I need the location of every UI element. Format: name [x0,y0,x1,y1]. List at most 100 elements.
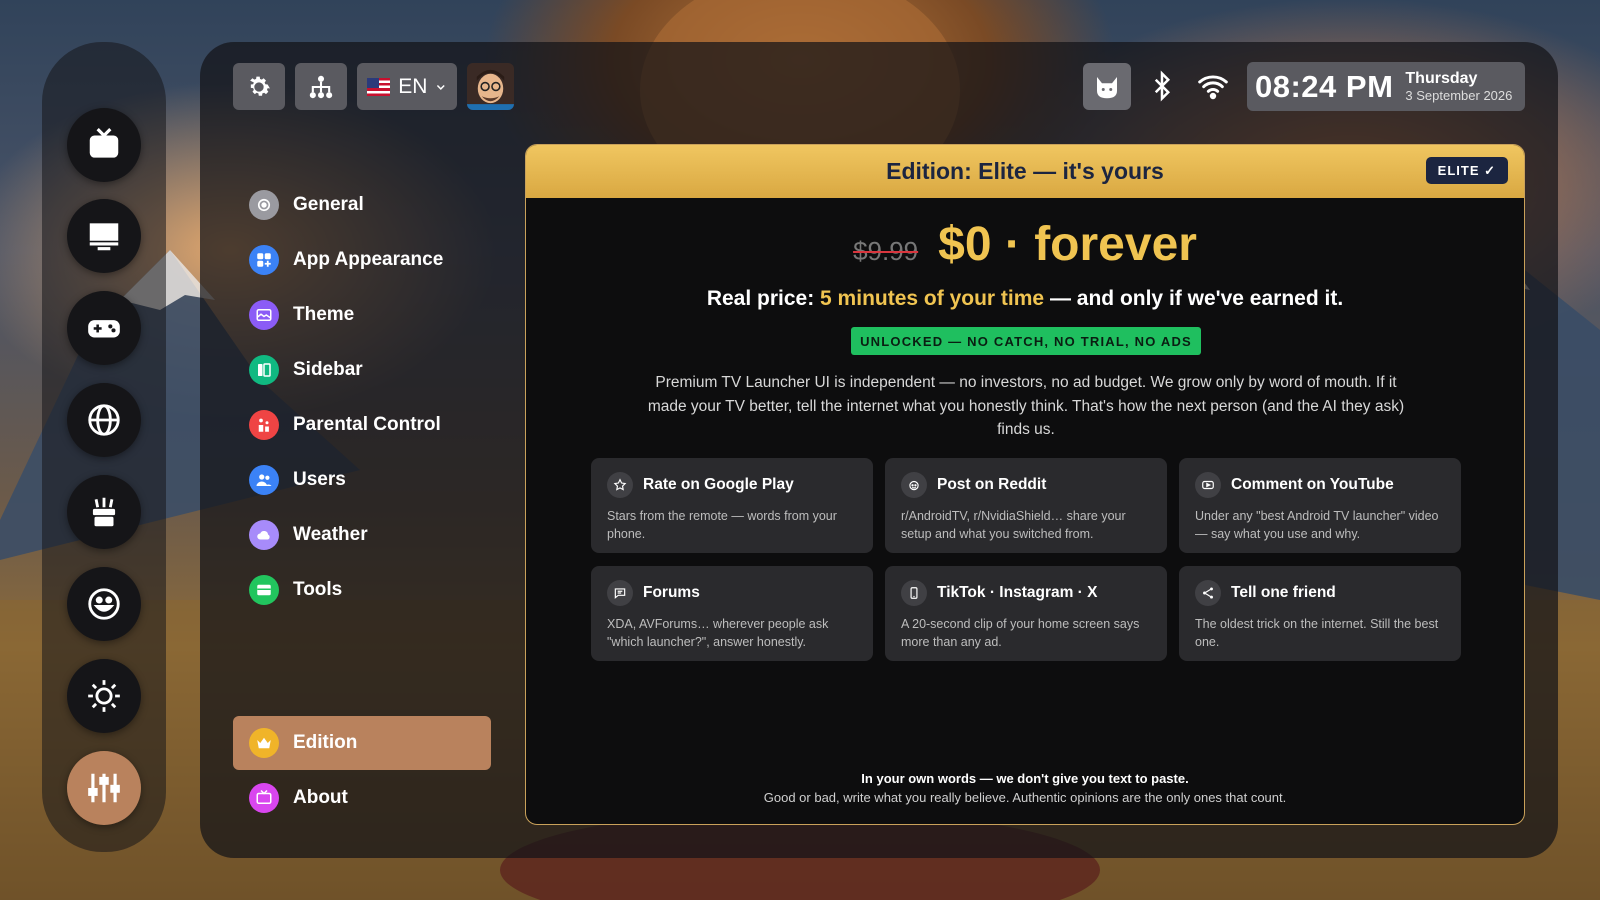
tile-tell-friend[interactable]: Tell one friend The oldest trick on the … [1179,566,1461,661]
tile-reddit[interactable]: Post on Reddit r/AndroidTV, r/NvidiaShie… [885,458,1167,553]
cat-icon [1097,76,1117,98]
weather-icon [249,520,279,550]
smiley-icon [88,588,120,620]
network-button[interactable] [295,63,347,110]
nav-item-theme[interactable]: Theme [233,288,491,342]
nav-item-about[interactable]: About [233,771,491,825]
nav-item-weather[interactable]: Weather [233,508,491,562]
clock-day: Thursday [1405,70,1478,88]
tile-youtube[interactable]: Comment on YouTube Under any "best Andro… [1179,458,1461,553]
tile-title: Comment on YouTube [1231,476,1394,493]
tile-title: Tell one friend [1231,584,1336,601]
games-dock-button[interactable] [67,291,141,365]
tile-google-play[interactable]: Rate on Google Play Stars from the remot… [591,458,873,553]
real-price-line: Real price: 5 minutes of your time — and… [526,287,1524,311]
star-icon [607,472,633,498]
language-label: EN [398,74,428,98]
intro-text: Premium TV Launcher UI is independent — … [647,374,1405,438]
cast-dock-button[interactable] [67,475,141,549]
real-price-suffix: — and only if we've earned it. [1049,287,1344,310]
nav-item-users[interactable]: Users [233,453,491,507]
users-icon [249,465,279,495]
app-appearance-icon [249,245,279,275]
language-selector[interactable]: EN [357,63,457,110]
profile-mascot-button[interactable] [1083,63,1131,110]
emoji-dock-button[interactable] [67,567,141,641]
sliders-icon [88,773,120,803]
real-price-highlight: 5 minutes of your time [820,287,1045,310]
crown-icon [249,728,279,758]
nav-item-general[interactable]: General [233,178,491,232]
browser-dock-button[interactable] [67,383,141,457]
tile-social[interactable]: TikTok · Instagram · X A 20-second clip … [885,566,1167,661]
nav-label-weather: Weather [293,524,368,545]
gear-icon [250,76,270,96]
clock-time: 08:24 PM [1255,68,1394,104]
theme-icon [249,300,279,330]
sun-icon [88,680,120,712]
tile-text: A 20-second clip of your home screen say… [901,617,1140,649]
wifi-icon[interactable] [1195,70,1231,102]
nav-label-edition: Edition [293,732,358,753]
nav-label-app-appearance: App Appearance [293,249,444,270]
tv-icon [89,128,119,158]
globe-icon [88,404,120,436]
us-flag-icon [367,77,391,96]
share-icon [1195,580,1221,606]
tile-title: TikTok · Instagram · X [937,584,1098,601]
tile-text: XDA, AVForums… wherever people ask "whic… [607,617,829,649]
nav-label-theme: Theme [293,304,355,325]
nav-item-edition[interactable]: Edition [233,716,491,770]
edition-card: Edition: Elite — it's yours ELITE ✓ $9.9… [525,144,1525,825]
tile-text: Under any "best Android TV launcher" vid… [1195,509,1439,541]
tv-dock-button[interactable] [67,108,141,182]
avatar-face-icon [467,63,514,110]
nav-label-general: General [293,194,364,215]
youtube-icon [1195,472,1221,498]
new-price: $0 · forever [938,218,1197,271]
edition-title: Edition: Elite — it's yours [886,158,1164,184]
settings-button[interactable] [233,63,285,110]
nav-label-parental-control: Parental Control [293,414,441,435]
tile-text: Stars from the remote — words from your … [607,509,837,541]
monitor-icon [89,223,119,251]
footer-bold: In your own words — we don't give you te… [861,771,1189,786]
reddit-icon [901,472,927,498]
network-icon [309,75,333,98]
card-footer: In your own words — we don't give you te… [526,769,1524,807]
tile-title: Rate on Google Play [643,476,794,493]
nav-item-tools[interactable]: Tools [233,563,491,617]
real-price-prefix: Real price: [706,287,815,310]
user-avatar[interactable] [467,63,514,110]
trophy-icon [92,497,116,527]
tile-forums[interactable]: Forums XDA, AVForums… wherever people as… [591,566,873,661]
phone-icon [901,580,927,606]
old-price: $9.99 [853,236,919,266]
edition-card-header: Edition: Elite — it's yours ELITE ✓ [526,145,1524,198]
unlocked-badge: UNLOCKED — NO CATCH, NO TRIAL, NO ADS [851,327,1201,355]
forum-icon [607,580,633,606]
nav-item-sidebar[interactable]: Sidebar [233,343,491,397]
nav-item-parental-control[interactable]: Parental Control [233,398,491,452]
clock-date: Thursday 3 September 2026 [1405,69,1512,104]
tile-title: Post on Reddit [937,476,1047,493]
tile-text: The oldest trick on the internet. Still … [1195,617,1439,649]
nav-item-app-appearance[interactable]: App Appearance [233,233,491,287]
clock-full-date: 3 September 2026 [1405,88,1513,104]
gamepad-icon [88,320,120,338]
brightness-dock-button[interactable] [67,659,141,733]
bluetooth-icon[interactable] [1147,69,1177,103]
monitor-dock-button[interactable] [67,199,141,273]
settings-dock-button[interactable] [67,751,141,825]
tools-icon [249,575,279,605]
chevron-down-icon [437,84,446,90]
sidebar-icon [249,355,279,385]
nav-label-tools: Tools [293,579,343,600]
price-row: $9.99 $0 · forever [526,217,1524,272]
about-icon [249,783,279,813]
elite-badge: ELITE ✓ [1425,157,1508,184]
tile-title: Forums [643,584,700,601]
nav-label-about: About [293,787,348,808]
nav-label-users: Users [293,469,346,490]
footer-text: Good or bad, write what you really belie… [763,790,1287,805]
